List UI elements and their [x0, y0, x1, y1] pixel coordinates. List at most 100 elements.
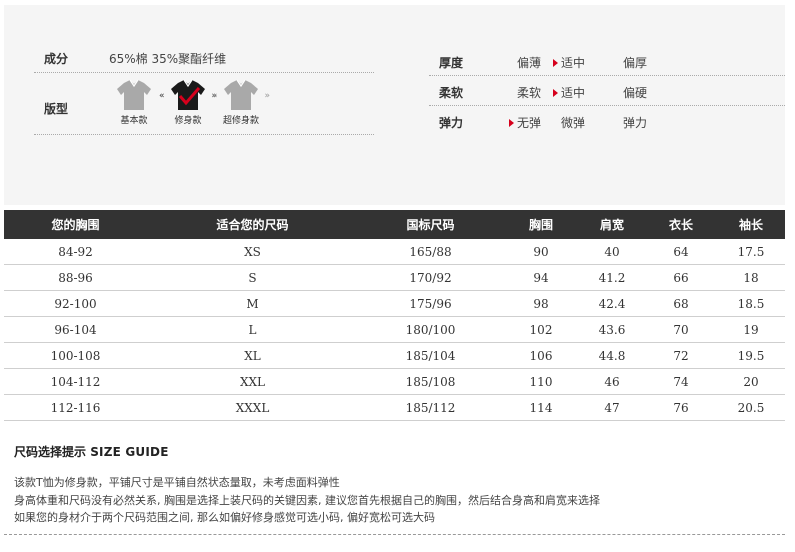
- table-cell: 40: [579, 239, 645, 265]
- selected-marker-icon: [509, 119, 514, 127]
- table-cell: 76: [645, 394, 717, 421]
- attribute-option: 偏硬: [623, 86, 648, 100]
- attribute-label: 弹力: [439, 116, 464, 130]
- size-guide-text: 该款T恤为修身款，平铺尺寸是平铺自然状态量取，未考虑面料弹性身高体重和尺码没有必…: [14, 474, 774, 527]
- shirt-icon: [117, 79, 151, 110]
- table-cell: 72: [645, 342, 717, 369]
- table-cell: 90: [503, 239, 579, 265]
- table-cell: 41.2: [579, 264, 645, 291]
- table-row: 88-96 S 170/92 94 41.2 66 18: [4, 264, 785, 291]
- attribute-option: 偏薄: [517, 56, 542, 70]
- fit-option-3: «» 超修身款: [212, 79, 270, 126]
- size-guide-line: 如果您的身材介于两个尺码范围之间, 那么如偏好修身感觉可选小码, 偏好宽松可选大…: [14, 511, 435, 524]
- table-cell: 185/112: [358, 394, 503, 421]
- attribute-option: 适中: [553, 54, 585, 71]
- table-cell: 43.6: [579, 316, 645, 343]
- fit-row: 版型 基本款 «» 修身款 «» 超修身款: [34, 79, 374, 135]
- table-cell: 94: [503, 264, 579, 291]
- table-cell: 84-92: [4, 239, 147, 265]
- product-info-panel: 成分 65%棉 35%聚酯纤维 版型 基本款 «» 修身款 «» 超修身款 厚度 偏薄 适中…: [4, 5, 785, 205]
- table-cell: 74: [645, 368, 717, 395]
- selected-marker-icon: [553, 59, 558, 67]
- selected-marker-icon: [553, 89, 558, 97]
- table-cell: XS: [147, 239, 358, 265]
- table-cell: 112-116: [4, 394, 147, 421]
- fabric-attributes: 厚度 偏薄 适中 偏厚 柔软 柔软 适中 偏硬 弹力 无弹 微弹 弹力: [429, 46, 785, 135]
- fit-option-2: «» 修身款: [159, 79, 217, 126]
- table-cell: 175/96: [358, 290, 503, 317]
- size-guide-title: 尺码选择提示 SIZE GUIDE: [14, 443, 774, 460]
- table-cell: 96-104: [4, 316, 147, 343]
- table-cell: 102: [503, 316, 579, 343]
- attribute-option: 弹力: [623, 116, 648, 130]
- table-cell: 64: [645, 239, 717, 265]
- size-guide-line: 该款T恤为修身款，平铺尺寸是平铺自然状态量取，未考虑面料弹性: [14, 476, 340, 489]
- attribute-option: 微弹: [561, 116, 586, 130]
- table-cell: 44.8: [579, 342, 645, 369]
- fit-option-caption: 修身款: [174, 116, 202, 126]
- table-cell: XL: [147, 342, 358, 369]
- table-cell: 20.5: [717, 394, 785, 421]
- attribute-label: 厚度: [439, 56, 464, 70]
- table-row: 112-116 XXXL 185/112 114 47 76 20.5: [4, 394, 785, 421]
- size-guide-title-en: SIZE GUIDE: [90, 445, 169, 459]
- fit-option-caption: 基本款: [120, 116, 148, 126]
- attribute-label: 柔软: [439, 86, 464, 100]
- table-cell: 70: [645, 316, 717, 343]
- table-cell: 106: [503, 342, 579, 369]
- material-row: 成分 65%棉 35%聚酯纤维: [34, 42, 374, 73]
- table-cell: 92-100: [4, 290, 147, 317]
- table-cell: 185/104: [358, 342, 503, 369]
- table-cell: S: [147, 264, 358, 291]
- table-cell: M: [147, 290, 358, 317]
- shirt-icon: [224, 79, 258, 110]
- table-cell: 165/88: [358, 239, 503, 265]
- table-cell: 47: [579, 394, 645, 421]
- material-label: 成分: [44, 52, 69, 66]
- product-specs: 成分 65%棉 35%聚酯纤维 版型 基本款 «» 修身款 «» 超修身款: [34, 42, 374, 135]
- table-cell: 66: [645, 264, 717, 291]
- column-header: 袖长: [717, 210, 785, 239]
- table-row: 100-108 XL 185/104 106 44.8 72 19.5: [4, 342, 785, 369]
- size-guide-line: 身高体重和尺码没有必然关系, 胸围是选择上装尺码的关键因素, 建议您首先根据自己…: [14, 493, 600, 507]
- table-cell: 185/108: [358, 368, 503, 395]
- table-cell: 98: [503, 290, 579, 317]
- table-cell: L: [147, 316, 358, 343]
- attribute-option: 适中: [553, 84, 585, 101]
- table-cell: 18.5: [717, 290, 785, 317]
- attribute-row: 柔软 柔软 适中 偏硬: [429, 76, 785, 106]
- table-cell: 88-96: [4, 264, 147, 291]
- column-header: 胸围: [503, 210, 579, 239]
- table-cell: XXL: [147, 368, 358, 395]
- column-header: 您的胸围: [4, 210, 147, 239]
- column-header: 适合您的尺码: [147, 210, 358, 239]
- column-header: 肩宽: [579, 210, 645, 239]
- size-guide: 尺码选择提示 SIZE GUIDE 该款T恤为修身款，平铺尺寸是平铺自然状态量取…: [14, 443, 774, 527]
- table-cell: 170/92: [358, 264, 503, 291]
- table-cell: 19.5: [717, 342, 785, 369]
- attribute-option: 柔软: [517, 86, 542, 100]
- attribute-option: 偏厚: [623, 56, 648, 70]
- attribute-option: 无弹: [509, 114, 541, 131]
- size-table-header: 您的胸围 适合您的尺码 国标尺码 胸围 肩宽 衣长 袖长: [4, 210, 785, 239]
- table-row: 84-92 XS 165/88 90 40 64 17.5: [4, 239, 785, 265]
- table-cell: 18: [717, 264, 785, 291]
- table-cell: 114: [503, 394, 579, 421]
- column-header: 衣长: [645, 210, 717, 239]
- fit-label: 版型: [44, 102, 69, 116]
- fit-option-caption: 超修身款: [222, 116, 259, 126]
- table-cell: 110: [503, 368, 579, 395]
- column-header: 国标尺码: [358, 210, 503, 239]
- table-cell: 42.4: [579, 290, 645, 317]
- table-cell: 100-108: [4, 342, 147, 369]
- divider: [4, 534, 785, 535]
- table-cell: 180/100: [358, 316, 503, 343]
- fit-option-1: 基本款: [111, 79, 157, 126]
- table-row: 92-100 M 175/96 98 42.4 68 18.5: [4, 290, 785, 317]
- table-cell: 46: [579, 368, 645, 395]
- table-cell: 17.5: [717, 239, 785, 265]
- table-cell: 19: [717, 316, 785, 343]
- attribute-row: 弹力 无弹 微弹 弹力: [429, 106, 785, 135]
- shirt-icon: [171, 79, 205, 110]
- size-table: 您的胸围 适合您的尺码 国标尺码 胸围 肩宽 衣长 袖长 84-92 XS 165/88 90 40…: [4, 210, 785, 421]
